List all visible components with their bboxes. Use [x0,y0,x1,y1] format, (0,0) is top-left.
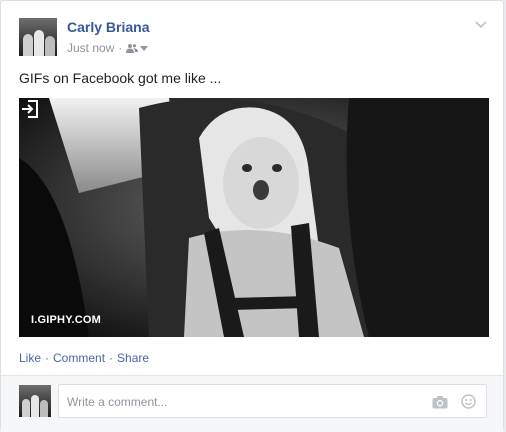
gif-media[interactable]: I.GIPHY.COM [19,98,489,337]
audience-selector[interactable] [126,43,149,53]
comment-link[interactable]: Comment [53,351,105,365]
post-options-chevron-icon[interactable] [475,21,487,29]
comment-input[interactable] [65,392,419,412]
meta-separator: · [118,41,123,55]
comment-field-wrapper[interactable] [58,384,487,418]
camera-icon[interactable] [432,395,448,409]
author-name[interactable]: Carly Briana [67,19,149,35]
like-link[interactable]: Like [19,351,41,365]
post-actions: Like · Comment · Share [19,351,149,365]
emoji-smile-icon[interactable] [461,394,476,409]
post-card: Carly Briana Just now · GIFs on Facebook… [0,0,504,432]
chevron-down-icon [140,45,149,51]
media-source-label[interactable]: I.GIPHY.COM [31,314,101,326]
gif-frame-image [19,98,489,337]
author-avatar[interactable] [19,18,57,56]
comment-bar [1,375,503,432]
post-meta: Just now · [67,41,149,55]
action-separator: · [109,351,114,365]
post-timestamp[interactable]: Just now [67,41,114,55]
commenter-avatar[interactable] [19,385,51,417]
friends-icon [126,44,139,53]
post-text: GIFs on Facebook got me like ... [19,70,222,86]
share-link[interactable]: Share [117,351,149,365]
action-separator: · [45,351,50,365]
open-external-icon[interactable] [19,98,41,120]
